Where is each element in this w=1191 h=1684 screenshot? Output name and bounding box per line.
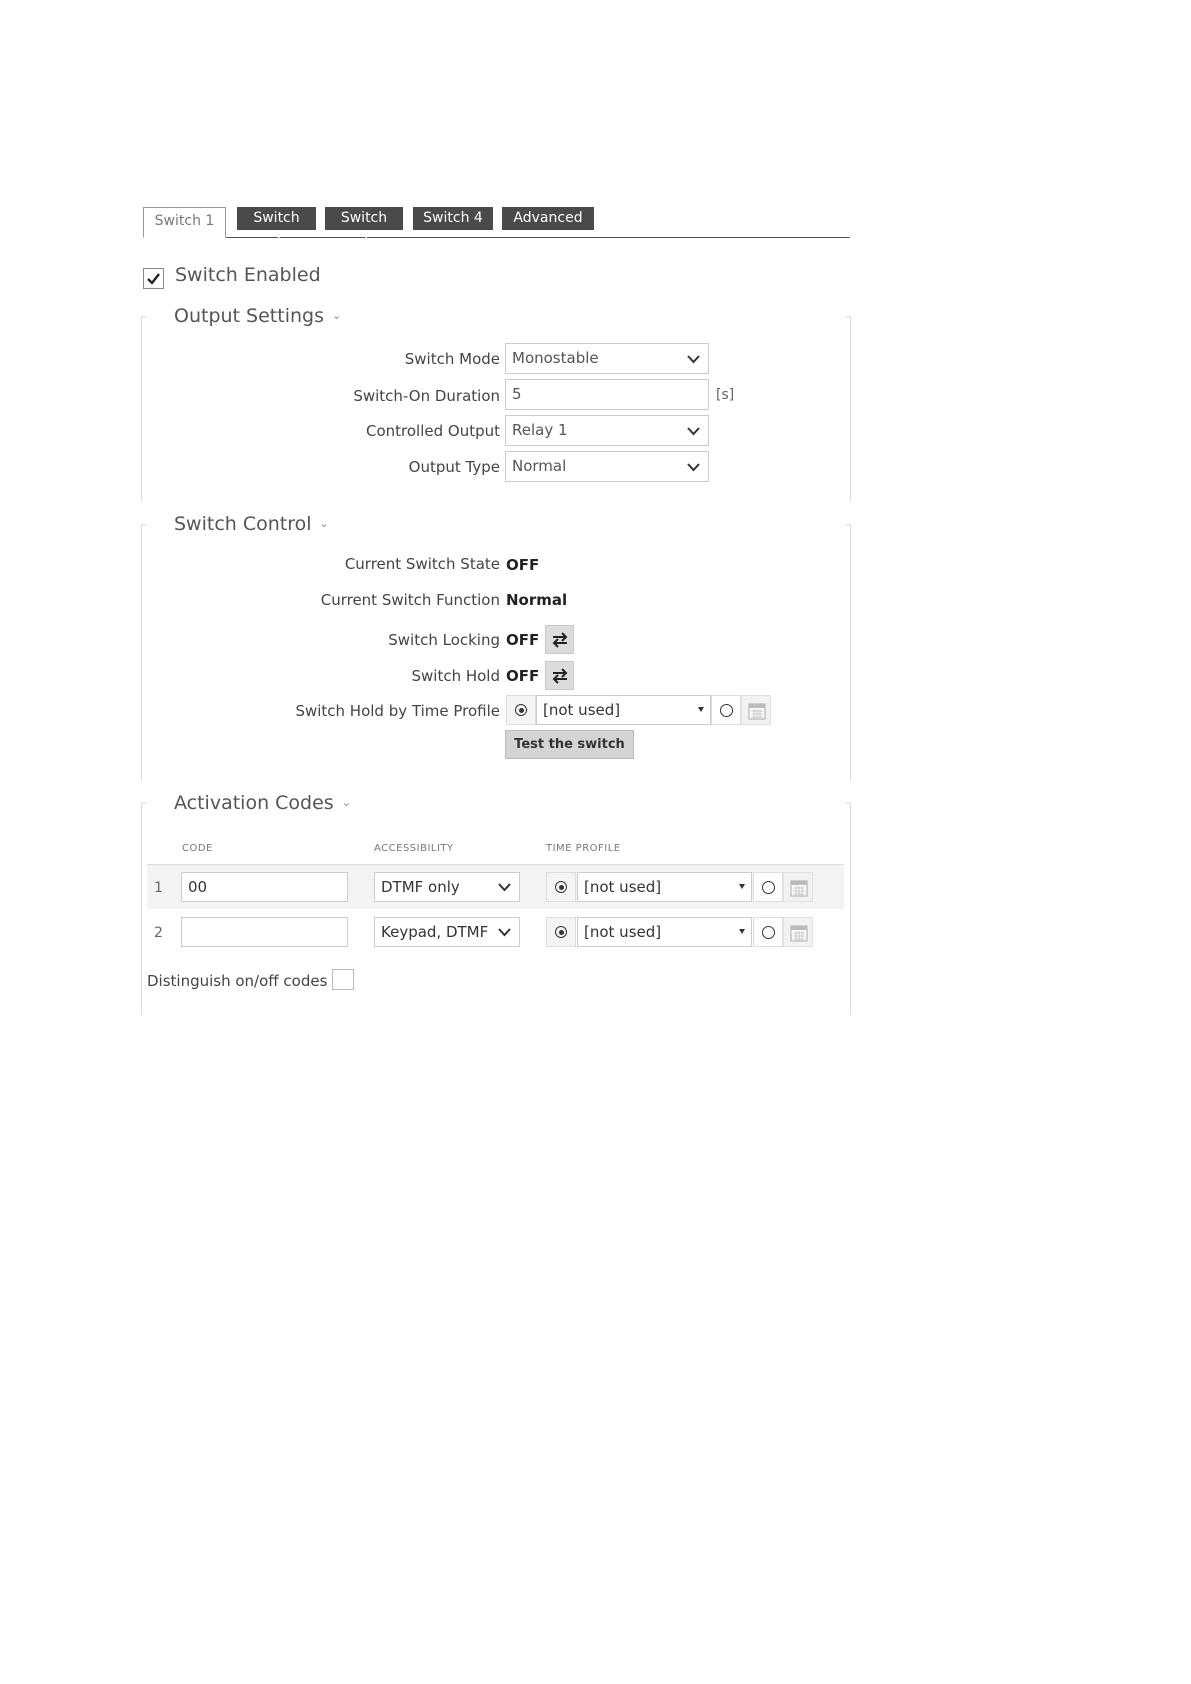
time-profile-value-1: [not used] [584, 878, 662, 896]
hold-time-profile-calendar-button[interactable] [741, 695, 771, 725]
radio-empty-icon [720, 704, 733, 717]
output-type-value: Normal [512, 457, 567, 475]
switch-on-duration-input[interactable]: 5 [505, 379, 709, 410]
time-profile-select-2[interactable]: [not used] [577, 917, 752, 947]
accessibility-value-2: Keypad, DTMF [381, 923, 489, 941]
checkmark-icon [147, 273, 160, 285]
current-switch-state-value: OFF [506, 556, 540, 574]
tab-switch-1[interactable]: Switch 1 [143, 207, 226, 238]
table-row-2-number: 2 [154, 925, 163, 941]
controlled-output-value: Relay 1 [512, 421, 568, 439]
column-header-code: CODE [182, 843, 213, 854]
hold-time-profile-value: [not used] [543, 701, 621, 719]
current-switch-state-label: Current Switch State [344, 555, 500, 573]
test-the-switch-button[interactable]: Test the switch [505, 730, 634, 759]
controlled-output-select[interactable]: Relay 1 [505, 415, 709, 446]
swap-arrows-icon [552, 668, 568, 684]
tab-switch-4[interactable]: Switch 4 [413, 207, 493, 230]
radio-empty-icon [762, 881, 775, 894]
switch-mode-select[interactable]: Monostable [505, 343, 709, 374]
current-switch-function-label: Current Switch Function [320, 591, 500, 609]
time-profile-off-radio-1[interactable] [753, 872, 783, 902]
chevron-down-icon [687, 426, 700, 435]
chevron-down-icon: ⌄ [341, 796, 351, 809]
time-profile-select-1[interactable]: [not used] [577, 872, 752, 902]
output-settings-title-text: Output Settings [174, 305, 324, 327]
time-profile-radio-1[interactable] [546, 872, 576, 902]
calendar-icon [790, 880, 808, 897]
switch-control-title-text: Switch Control [174, 513, 312, 535]
switch-hold-label: Switch Hold [411, 667, 500, 685]
column-header-accessibility: ACCESSIBILITY [374, 843, 454, 854]
switch-settings-page: Switch 1 Switch 2 Switch 3 Switch 4 Adva… [0, 0, 1191, 1684]
tab-bar: Switch 1 Switch 2 Switch 3 Switch 4 Adva… [143, 207, 850, 249]
accessibility-select-1[interactable]: DTMF only [374, 872, 520, 902]
table-row-1-number: 1 [154, 880, 163, 896]
switch-hold-toggle-button[interactable] [545, 661, 574, 690]
chevron-down-icon: ⌄ [331, 309, 342, 322]
switch-hold-by-time-profile-label: Switch Hold by Time Profile [295, 702, 500, 720]
switch-mode-value: Monostable [512, 349, 599, 367]
code-input-2[interactable] [181, 917, 348, 947]
time-profile-off-radio-2[interactable] [753, 917, 783, 947]
output-type-label: Output Type [408, 458, 500, 476]
caret-down-icon [739, 884, 745, 889]
tab-switch-2[interactable]: Switch 2 [237, 207, 316, 249]
duration-unit: [s] [716, 387, 735, 403]
output-settings-title[interactable]: Output Settings ⌄ [174, 305, 341, 327]
calendar-icon [748, 703, 766, 720]
caret-down-icon [739, 929, 745, 934]
switch-control-title[interactable]: Switch Control ⌄ [174, 513, 329, 535]
distinguish-on-off-codes-checkbox[interactable] [332, 969, 354, 990]
chevron-down-icon [687, 354, 700, 363]
accessibility-select-2[interactable]: Keypad, DTMF [374, 917, 520, 947]
controlled-output-label: Controlled Output [365, 422, 500, 440]
caret-down-icon [698, 707, 704, 712]
hold-time-profile-select[interactable]: [not used] [536, 695, 711, 725]
output-type-select[interactable]: Normal [505, 451, 709, 482]
calendar-icon [790, 925, 808, 942]
hold-time-profile-off-radio[interactable] [711, 695, 741, 725]
column-header-time-profile: TIME PROFILE [546, 843, 621, 854]
switch-locking-label: Switch Locking [388, 631, 500, 649]
radio-selected-icon [555, 881, 567, 893]
distinguish-on-off-codes-label: Distinguish on/off codes [147, 972, 328, 990]
chevron-down-icon [498, 928, 511, 937]
switch-on-duration-label: Switch-On Duration [353, 387, 500, 405]
switch-enabled-checkbox[interactable] [143, 268, 164, 289]
radio-selected-icon [515, 704, 527, 716]
switch-locking-value: OFF [506, 631, 540, 649]
current-switch-function-value: Normal [506, 591, 568, 609]
time-profile-radio-2[interactable] [546, 917, 576, 947]
code-input-1[interactable]: 00 [181, 872, 348, 902]
switch-hold-value: OFF [506, 667, 540, 685]
tab-advanced[interactable]: Advanced [502, 207, 594, 230]
radio-empty-icon [762, 926, 775, 939]
activation-codes-title[interactable]: Activation Codes ⌄ [174, 792, 351, 814]
time-profile-radio-button[interactable] [506, 695, 536, 725]
time-profile-calendar-button-1[interactable] [783, 872, 813, 902]
chevron-down-icon: ⌄ [319, 517, 329, 530]
activation-codes-title-text: Activation Codes [174, 792, 334, 814]
switch-mode-label: Switch Mode [404, 350, 500, 368]
tab-switch-3[interactable]: Switch 3 [325, 207, 403, 249]
time-profile-calendar-button-2[interactable] [783, 917, 813, 947]
radio-selected-icon [555, 926, 567, 938]
time-profile-value-2: [not used] [584, 923, 662, 941]
chevron-down-icon [498, 883, 511, 892]
switch-enabled-label: Switch Enabled [175, 264, 321, 286]
swap-arrows-icon [552, 632, 568, 648]
switch-locking-toggle-button[interactable] [545, 625, 574, 654]
accessibility-value-1: DTMF only [381, 878, 460, 896]
chevron-down-icon [687, 462, 700, 471]
